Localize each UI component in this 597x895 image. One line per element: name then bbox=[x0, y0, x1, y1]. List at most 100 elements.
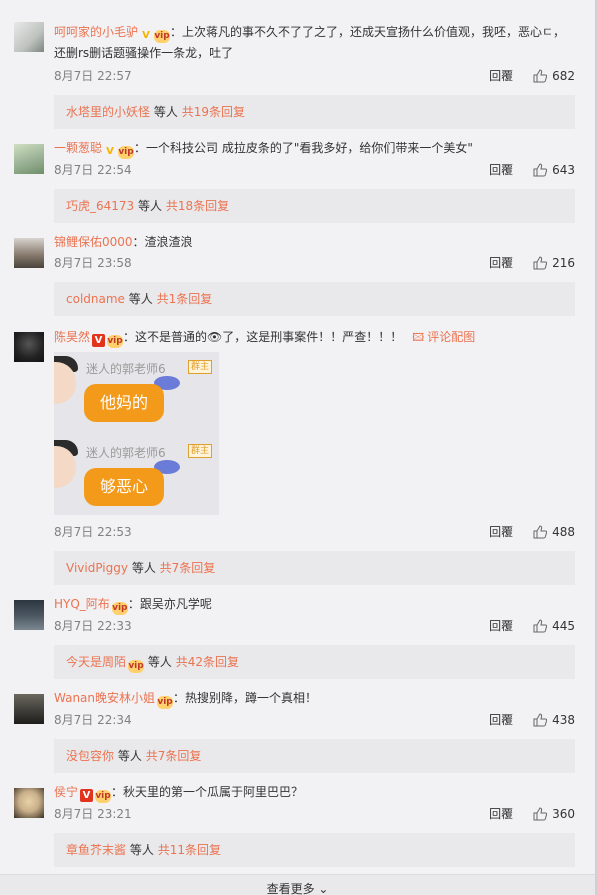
thumbs-up-icon bbox=[533, 69, 548, 83]
reply-button[interactable]: 回覆 bbox=[489, 65, 513, 87]
sub-replies-box[interactable]: 巧虎_64173 等人 共18条回复 bbox=[54, 189, 575, 223]
comment-username[interactable]: 呵呵家的小毛驴 bbox=[54, 25, 138, 39]
like-button[interactable]: 682 bbox=[533, 65, 575, 87]
comment-image-link[interactable]: 🖾 评论配图 bbox=[412, 330, 475, 344]
avatar[interactable] bbox=[14, 788, 44, 818]
like-count: 360 bbox=[552, 807, 575, 821]
comment-image[interactable]: 迷人的郭老师6 群主 他妈的 迷人的郭老师6 群主 够恶心 bbox=[54, 352, 219, 515]
reply-button[interactable]: 回覆 bbox=[489, 252, 513, 274]
others-label: 等人 bbox=[153, 105, 178, 119]
avatar-image bbox=[14, 788, 44, 818]
reply-button[interactable]: 回覆 bbox=[489, 521, 513, 543]
others-label: 等人 bbox=[138, 199, 163, 213]
like-button[interactable]: 643 bbox=[533, 159, 575, 181]
comment-username[interactable]: Wanan晚安林小姐 bbox=[54, 691, 155, 705]
sub-reply-user[interactable]: 没包容你 bbox=[66, 749, 114, 763]
sub-reply-user[interactable]: VividPiggy bbox=[66, 561, 128, 575]
others-label: 等人 bbox=[128, 292, 153, 306]
comment-time: 8月7日 22:34 bbox=[54, 713, 132, 727]
comment-item: HYQ_阿布 vip：跟吴亦凡学呢 8月7日 22:33 回覆 445 今天是周陌… bbox=[0, 594, 595, 679]
reply-count-link[interactable]: 共1条回复 bbox=[157, 292, 213, 306]
reply-button[interactable]: 回覆 bbox=[489, 615, 513, 637]
thumbs-up-icon bbox=[533, 713, 548, 727]
avatar-image bbox=[14, 332, 44, 362]
avatar-image bbox=[14, 238, 44, 268]
comment-time: 8月7日 23:58 bbox=[54, 256, 132, 270]
reply-count-link[interactable]: 共42条回复 bbox=[176, 655, 239, 669]
sub-reply-user[interactable]: 章鱼芥末酱 bbox=[66, 843, 126, 857]
thumbs-up-icon bbox=[533, 525, 548, 539]
comment-time: 8月7日 22:53 bbox=[54, 525, 132, 539]
comment-text: HYQ_阿布 vip：跟吴亦凡学呢 bbox=[54, 594, 575, 615]
comment-item: Wanan晚安林小姐 vip：热搜别降，蹲一个真相！ 8月7日 22:34 回覆 … bbox=[0, 688, 595, 773]
sub-replies-box[interactable]: 水塔里的小妖怪 等人 共19条回复 bbox=[54, 95, 575, 129]
comment-username[interactable]: HYQ_阿布 bbox=[54, 597, 110, 611]
like-button[interactable]: 488 bbox=[533, 521, 575, 543]
avatar-image bbox=[14, 144, 44, 174]
comment-body: ：这不是普通的👁了，这是刑事案件！！严查！！！ bbox=[123, 330, 403, 344]
verified-red-icon: V bbox=[92, 334, 106, 347]
vip-icon: vip bbox=[95, 790, 112, 803]
avatar[interactable] bbox=[14, 238, 44, 268]
load-more-button[interactable]: 查看更多 ⌄ bbox=[0, 874, 595, 895]
comment-item: 侯宁 Vvip：秋天里的第一个瓜属于阿里巴巴？ 8月7日 23:21 回覆 360… bbox=[0, 782, 595, 867]
image-icon: 🖾 bbox=[412, 331, 425, 344]
reply-button[interactable]: 回覆 bbox=[489, 709, 513, 731]
sub-replies-box[interactable]: VividPiggy 等人 共7条回复 bbox=[54, 551, 575, 585]
like-count: 682 bbox=[552, 69, 575, 83]
avatar[interactable] bbox=[14, 332, 44, 362]
like-count: 438 bbox=[552, 713, 575, 727]
comment-text: 一颗葱聪 Vvip：一个科技公司 成拉皮条的了"看我多好，给你们带来一个美女" bbox=[54, 138, 575, 159]
vip-icon: vip bbox=[154, 30, 171, 43]
sticker-username: 迷人的郭老师6 bbox=[86, 446, 166, 460]
comment-username[interactable]: 陈昊然 bbox=[54, 330, 90, 344]
comment-body: ：一个科技公司 成拉皮条的了"看我多好，给你们带来一个美女" bbox=[134, 141, 473, 155]
reply-button[interactable]: 回覆 bbox=[489, 803, 513, 825]
comment-text: Wanan晚安林小姐 vip：热搜别降，蹲一个真相！ bbox=[54, 688, 575, 709]
sub-reply-user[interactable]: 巧虎_64173 bbox=[66, 199, 134, 213]
like-button[interactable]: 445 bbox=[533, 615, 575, 637]
verified-gold-icon: V bbox=[142, 30, 150, 41]
reply-count-link[interactable]: 共7条回复 bbox=[146, 749, 202, 763]
reply-button[interactable]: 回覆 bbox=[489, 159, 513, 181]
avatar[interactable] bbox=[14, 600, 44, 630]
comment-text: 陈昊然 Vvip：这不是普通的👁了，这是刑事案件！！严查！！！ 🖾 评论配图 bbox=[54, 327, 575, 348]
comment-username[interactable]: 侯宁 bbox=[54, 785, 78, 799]
verified-gold-icon: V bbox=[106, 146, 114, 157]
comment-item: 锦鲤保佑0000：渣浪渣浪 8月7日 23:58 回覆 216 coldname… bbox=[0, 232, 595, 316]
sticker-tag: 群主 bbox=[188, 444, 213, 458]
sticker-bubble: 他妈的 bbox=[84, 384, 164, 422]
comment-username[interactable]: 一颗葱聪 bbox=[54, 141, 102, 155]
avatar[interactable] bbox=[14, 22, 44, 52]
sub-replies-box[interactable]: coldname 等人 共1条回复 bbox=[54, 282, 575, 316]
sub-reply-user[interactable]: 水塔里的小妖怪 bbox=[66, 105, 150, 119]
sub-reply-user[interactable]: coldname bbox=[66, 292, 125, 306]
vip-icon: vip bbox=[107, 335, 124, 348]
like-button[interactable]: 360 bbox=[533, 803, 575, 825]
comment-actions: 回覆 682 bbox=[489, 65, 575, 87]
avatar-image bbox=[14, 600, 44, 630]
like-button[interactable]: 216 bbox=[533, 252, 575, 274]
reply-count-link[interactable]: 共7条回复 bbox=[160, 561, 216, 575]
sub-replies-box[interactable]: 没包容你 等人 共7条回复 bbox=[54, 739, 575, 773]
reply-count-link[interactable]: 共18条回复 bbox=[166, 199, 229, 213]
comment-text: 呵呵家的小毛驴 Vvip：上次蒋凡的事不久不了了之了，还成天宣扬什么价值观，我呸，… bbox=[54, 22, 575, 63]
comment-body: ：渣浪渣浪 bbox=[132, 235, 193, 249]
avatar[interactable] bbox=[14, 694, 44, 724]
reply-count-link[interactable]: 共19条回复 bbox=[182, 105, 245, 119]
avatar-image bbox=[14, 22, 44, 52]
comment-username[interactable]: 锦鲤保佑0000 bbox=[54, 235, 133, 249]
vip-icon: vip bbox=[157, 696, 174, 709]
comment-actions: 回覆 360 bbox=[489, 803, 575, 825]
thumbs-up-icon bbox=[533, 807, 548, 821]
sub-replies-box[interactable]: 章鱼芥末酱 等人 共11条回复 bbox=[54, 833, 575, 867]
reply-count-link[interactable]: 共11条回复 bbox=[158, 843, 221, 857]
sub-replies-box[interactable]: 今天是周陌 vip 等人 共42条回复 bbox=[54, 645, 575, 679]
comment-actions: 回覆 488 bbox=[489, 521, 575, 543]
comment-meta: 8月7日 22:54 回覆 643 bbox=[54, 159, 575, 181]
avatar[interactable] bbox=[14, 144, 44, 174]
comment-text: 锦鲤保佑0000：渣浪渣浪 bbox=[54, 232, 575, 252]
sub-reply-user[interactable]: 今天是周陌 bbox=[66, 655, 126, 669]
like-button[interactable]: 438 bbox=[533, 709, 575, 731]
comment-meta: 8月7日 23:21 回覆 360 bbox=[54, 803, 575, 825]
